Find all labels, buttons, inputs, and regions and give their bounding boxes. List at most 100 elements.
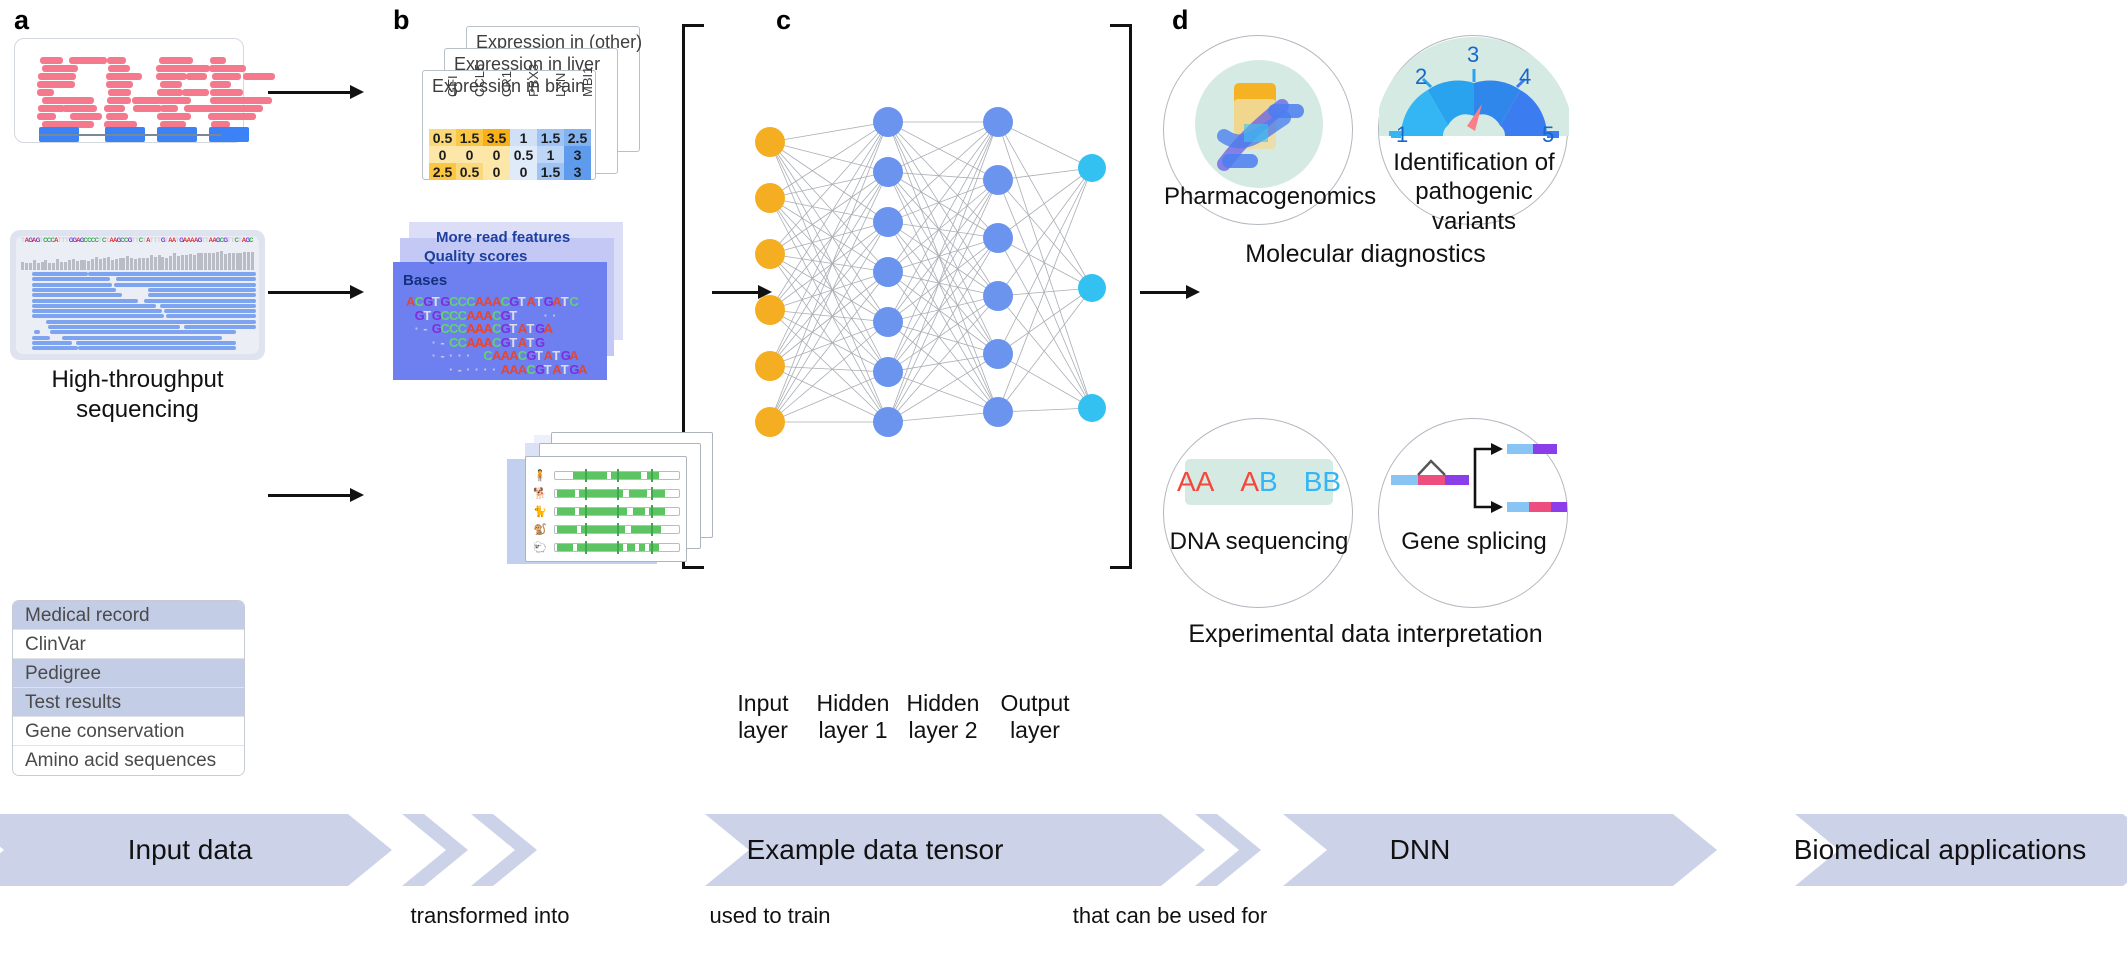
aligned-read <box>148 293 256 298</box>
sequencing-read <box>61 105 98 112</box>
nn-node-hid <box>873 107 903 137</box>
nn-node-hid <box>873 407 903 437</box>
sequencing-read <box>37 89 55 96</box>
read-base-char: - <box>457 361 462 377</box>
aligned-read <box>32 287 116 292</box>
coverage-bar <box>75 261 79 270</box>
read-base-char: C <box>569 294 579 309</box>
read-base-char: T <box>535 294 543 309</box>
stack-label-quality-scores: Quality scores <box>424 248 528 265</box>
coverage-bar <box>67 260 71 270</box>
coverage-bar <box>95 257 99 270</box>
sequencing-read <box>157 89 183 96</box>
medical-record-row[interactable]: Amino acid sequences <box>13 746 244 775</box>
conservation-segment <box>639 544 645 551</box>
nn-node-out <box>1078 394 1106 422</box>
coverage-bar <box>204 253 208 270</box>
read-base-char: T <box>560 294 569 309</box>
expression-cell: 0 <box>510 163 537 180</box>
conservation-segment <box>647 472 659 479</box>
panel-letter-d: d <box>1172 5 1189 35</box>
coverage-bar <box>118 258 122 270</box>
conservation-segment <box>557 490 575 497</box>
label-pathogenic-line1: Identification of <box>1393 149 1555 176</box>
coverage-bar <box>79 259 83 270</box>
coverage-bar <box>196 253 200 270</box>
coverage-bar <box>48 263 52 270</box>
coverage-bar <box>247 252 251 270</box>
bracket-right <box>1110 24 1132 569</box>
stack-label-more-read-features: More read features <box>436 229 571 246</box>
coverage-bar <box>161 256 165 270</box>
coverage-bar <box>71 259 75 270</box>
aligned-read <box>148 287 256 292</box>
gauge-tick-1: 1 <box>1396 122 1409 147</box>
group-label-experimental-data: Experimental data interpretation <box>1188 620 1543 648</box>
conservation-card: 🧍 🐕 🐈 🐒 🐑 <box>525 456 687 562</box>
conservation-tick <box>651 523 653 536</box>
sequencing-read <box>210 89 244 96</box>
stack-label-bases: Bases <box>403 272 448 289</box>
nn-node-hid <box>873 357 903 387</box>
read-base-char: - <box>440 348 445 363</box>
aligned-read <box>176 319 256 324</box>
sequencing-read <box>186 73 207 80</box>
medical-record-row[interactable]: Gene conservation <box>13 717 244 746</box>
species-icon: 🐑 <box>533 542 547 554</box>
aligned-read <box>32 335 50 340</box>
conservation-tick <box>585 487 587 500</box>
coverage-bar <box>216 252 219 270</box>
coverage-bar <box>122 257 126 270</box>
medical-record-row[interactable]: Pedigree <box>13 659 244 688</box>
coverage-bar <box>223 253 227 270</box>
coverage-bar <box>141 257 145 270</box>
expression-cell: 3 <box>564 146 591 163</box>
label-gene-splicing: Gene splicing <box>1401 528 1547 555</box>
read-base-char: · <box>414 321 419 336</box>
panel-letter-a: a <box>14 5 30 35</box>
flow-connector-label: that can be used for <box>1072 903 1268 928</box>
sequencing-read <box>69 113 102 120</box>
conservation-tick <box>617 469 619 482</box>
medical-record-row[interactable]: Test results <box>13 688 244 717</box>
expression-cell: 1.5 <box>456 129 483 146</box>
expression-gene-header: PBX3 <box>526 63 541 97</box>
flow-chevron <box>402 814 468 886</box>
arrow-a2-to-b2 <box>268 285 364 299</box>
read-base-char: · <box>492 361 497 377</box>
sequencing-read <box>103 105 125 112</box>
aligned-read <box>166 314 256 319</box>
arrow-a1-to-b1 <box>268 85 364 99</box>
expression-cell: 0 <box>456 146 483 163</box>
coverage-bar <box>28 262 32 270</box>
conservation-tick <box>585 505 587 518</box>
medical-record-row[interactable]: Medical record <box>13 601 244 630</box>
aligned-read <box>34 330 40 335</box>
coverage-bar <box>184 254 188 270</box>
sequencing-read <box>37 81 76 88</box>
circle-dna-sequencing[interactable]: AA AB BB DNA sequencing <box>1163 418 1353 608</box>
aligned-read <box>32 314 164 319</box>
aligned-read <box>32 277 110 282</box>
sequencing-caption-line1: High-throughput <box>51 366 224 393</box>
allele-bb: BB <box>1303 466 1342 497</box>
medical-record-row[interactable]: ClinVar <box>13 630 244 659</box>
nn-node-hid <box>983 107 1013 137</box>
coverage-bar <box>180 255 184 270</box>
circle-pathogenic-variants[interactable]: 1 2 3 4 5 Identification of pathogenic v… <box>1378 35 1569 235</box>
label-pathogenic-line2: pathogenic <box>1415 178 1533 206</box>
coverage-bar <box>145 257 149 270</box>
expression-gene-header: GFI <box>445 75 460 97</box>
nn-layer-label-line1: Output <box>1000 690 1070 716</box>
sequencing-read <box>183 65 211 72</box>
coverage-bar <box>106 257 110 270</box>
aligned-read <box>32 272 88 276</box>
circle-pharmacogenomics[interactable]: Pharmacogenomics <box>1163 35 1376 225</box>
conservation-segment <box>629 490 647 497</box>
sequencing-read <box>133 105 163 112</box>
read-base-char: T <box>543 361 552 377</box>
expression-cell: 0.5 <box>429 129 456 146</box>
sequencing-read <box>239 105 264 112</box>
circle-gene-splicing[interactable]: Gene splicing <box>1378 418 1568 608</box>
aligned-read <box>32 303 156 308</box>
